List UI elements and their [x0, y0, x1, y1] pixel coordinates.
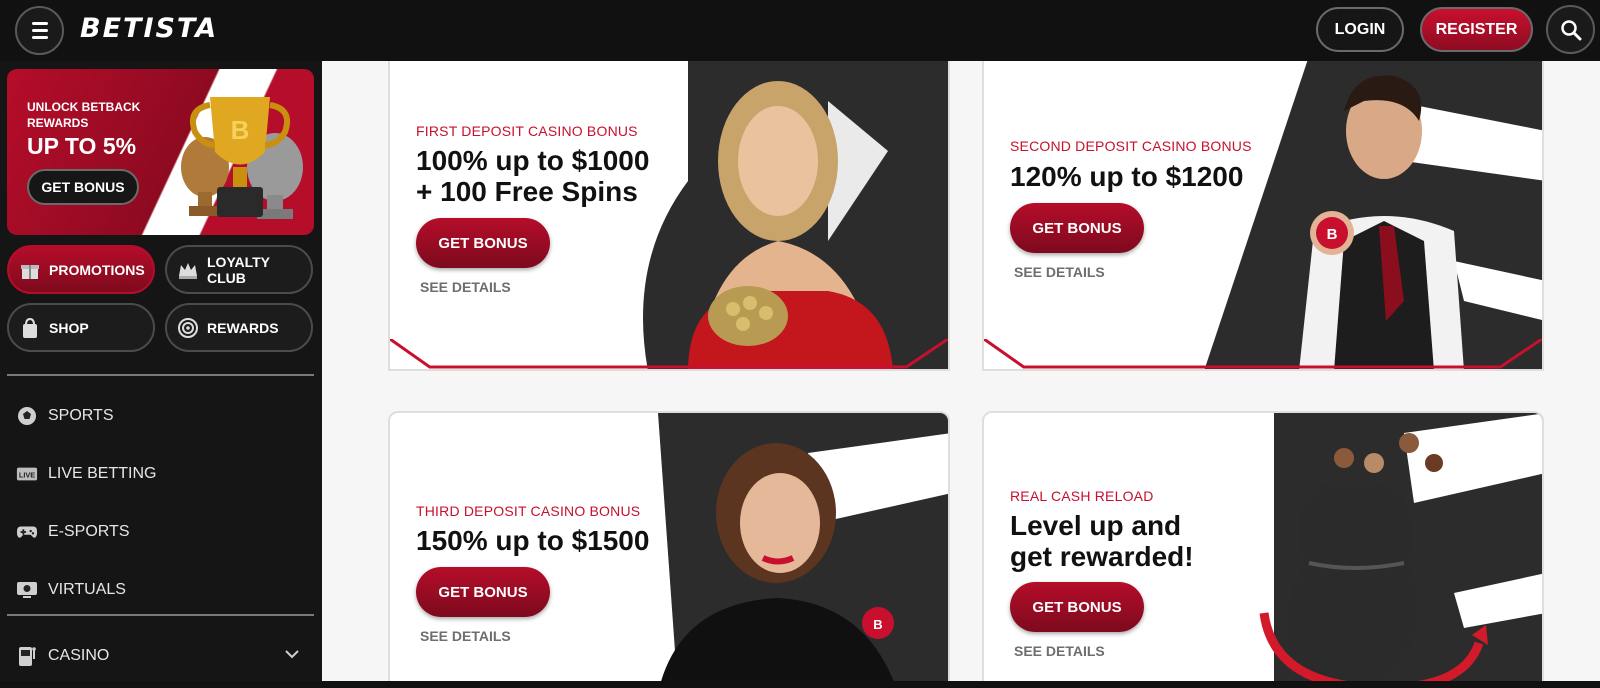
betback-percentage: UP TO 5%: [27, 133, 137, 159]
loyalty-club-pill[interactable]: LOYALTY CLUB: [165, 245, 313, 294]
sidebar-divider: [7, 614, 314, 616]
top-header: BETISTA LOGIN REGISTER: [0, 0, 1600, 61]
hamburger-menu-button[interactable]: [15, 6, 64, 55]
sidebar: UNLOCK BETBACK REWARDS UP TO 5% GET BONU…: [0, 61, 322, 681]
promo-card-third-deposit[interactable]: B THIRD DEPOSIT CASINO BONUS 150% up to …: [388, 411, 950, 681]
card-eyebrow: FIRST DEPOSIT CASINO BONUS: [416, 123, 638, 139]
card-headline: Level up and get rewarded!: [1010, 510, 1194, 572]
get-bonus-button[interactable]: GET BONUS: [416, 218, 550, 268]
pill-label: SHOP: [49, 319, 89, 336]
card-eyebrow: REAL CASH RELOAD: [1010, 488, 1154, 504]
hamburger-icon-bar: [31, 29, 48, 32]
svg-text:B: B: [231, 115, 250, 145]
virtual-monitor-icon: [16, 579, 38, 601]
trophy-icon: B: [181, 97, 303, 219]
slot-machine-icon: [16, 645, 38, 667]
crown-icon: [177, 259, 199, 281]
nav-label: LIVE BETTING: [48, 465, 157, 482]
nav-label: CASINO: [48, 647, 110, 664]
shopping-bag-icon: [19, 317, 41, 339]
rewards-pill[interactable]: REWARDS: [165, 303, 313, 352]
search-icon: [1560, 19, 1581, 40]
promo-card-real-cash-reload[interactable]: REAL CASH RELOAD Level up and get reward…: [982, 411, 1544, 681]
card-headline: 120% up to $1200: [1010, 161, 1243, 192]
sidebar-item-live-betting[interactable]: LIVE LIVE BETTING: [16, 459, 316, 489]
pill-label: REWARDS: [207, 319, 279, 336]
card-red-border: [984, 339, 1542, 369]
promo-card-first-deposit[interactable]: FIRST DEPOSIT CASINO BONUS 100% up to $1…: [388, 61, 950, 371]
card-red-border: [390, 339, 948, 369]
sidebar-item-sports[interactable]: SPORTS: [16, 401, 316, 431]
card-headline-line: + 100 Free Spins: [416, 176, 638, 207]
brand-logo[interactable]: BETISTA: [80, 13, 218, 44]
see-details-link[interactable]: SEE DETAILS: [420, 279, 511, 295]
betback-get-bonus-button[interactable]: GET BONUS: [27, 169, 139, 205]
promo-card-second-deposit[interactable]: B SECOND DEPOSIT CASINO BONUS 120% up to…: [982, 61, 1544, 371]
woman-with-chip-image: B: [658, 413, 948, 681]
card-headline-line: 120% up to $1200: [1010, 161, 1244, 192]
nav-label: E-SPORTS: [48, 523, 130, 540]
hamburger-icon: [31, 22, 48, 25]
soccer-ball-icon: [16, 405, 38, 427]
card-eyebrow: THIRD DEPOSIT CASINO BONUS: [416, 503, 641, 519]
search-button[interactable]: [1546, 5, 1595, 54]
card-headline: 100% up to $1000 + 100 Free Spins: [416, 145, 649, 207]
svg-text:B: B: [873, 617, 882, 632]
bottom-bar: [0, 681, 1600, 688]
gamepad-icon: [16, 521, 38, 543]
card-eyebrow: SECOND DEPOSIT CASINO BONUS: [1010, 138, 1252, 154]
card-headline-line: 150% up to $1500: [416, 525, 650, 556]
sidebar-item-virtuals[interactable]: VIRTUALS: [16, 575, 316, 605]
shop-pill[interactable]: SHOP: [7, 303, 155, 352]
get-bonus-button[interactable]: GET BONUS: [1010, 203, 1144, 253]
get-bonus-button[interactable]: GET BONUS: [416, 567, 550, 617]
get-bonus-button[interactable]: GET BONUS: [1010, 582, 1144, 632]
card-headline-line: Level up and: [1010, 510, 1182, 541]
see-details-link[interactable]: SEE DETAILS: [1014, 264, 1105, 280]
live-icon: LIVE: [16, 463, 38, 485]
nav-label: VIRTUALS: [48, 581, 126, 598]
see-details-link[interactable]: SEE DETAILS: [1014, 643, 1105, 659]
card-headline: 150% up to $1500: [416, 525, 649, 556]
chevron-down-icon[interactable]: [284, 648, 300, 660]
betback-promo-banner[interactable]: UNLOCK BETBACK REWARDS UP TO 5% GET BONU…: [7, 69, 314, 235]
pill-label: PROMOTIONS: [49, 261, 145, 278]
pill-label: LOYALTY CLUB: [207, 253, 270, 286]
nav-label: SPORTS: [48, 407, 114, 424]
promotions-grid: FIRST DEPOSIT CASINO BONUS 100% up to $1…: [322, 61, 1600, 681]
card-headline-line: 100% up to $1000: [416, 145, 650, 176]
coin-bag-image: [1259, 413, 1542, 681]
target-icon: [177, 317, 199, 339]
login-button[interactable]: LOGIN: [1316, 7, 1404, 52]
woman-with-coins-image: [643, 61, 948, 369]
register-button[interactable]: REGISTER: [1420, 7, 1533, 52]
card-headline-line: get rewarded!: [1010, 541, 1194, 572]
sidebar-item-casino[interactable]: CASINO: [16, 641, 316, 671]
svg-text:B: B: [1327, 226, 1338, 243]
betback-title: UNLOCK BETBACK REWARDS: [27, 100, 141, 130]
sidebar-divider: [7, 374, 314, 376]
sidebar-item-esports[interactable]: E-SPORTS: [16, 517, 316, 547]
man-with-chip-image: B: [1204, 61, 1542, 369]
promotions-pill[interactable]: PROMOTIONS: [7, 245, 155, 294]
gift-icon: [19, 259, 41, 281]
see-details-link[interactable]: SEE DETAILS: [420, 628, 511, 644]
svg-text:LIVE: LIVE: [19, 471, 35, 480]
hamburger-icon-bar: [31, 36, 48, 39]
